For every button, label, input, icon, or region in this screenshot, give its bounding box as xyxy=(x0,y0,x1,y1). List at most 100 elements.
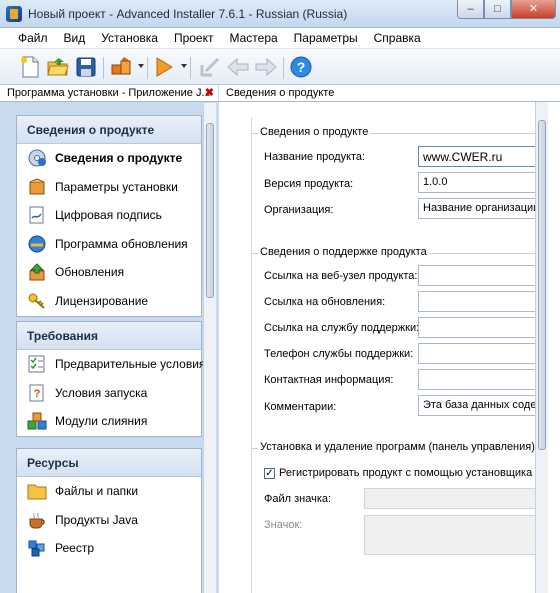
comments-label: Комментарии: xyxy=(264,401,337,413)
nav-item-label: Программа обновления xyxy=(55,236,188,251)
right-pane: Сведения о продукте Сведения о продукте … xyxy=(219,85,560,593)
import-icon xyxy=(198,55,222,79)
merge-modules-icon xyxy=(27,412,47,430)
add-remove-programs-section: Установка и удаление программ (панель уп… xyxy=(252,441,560,593)
nav-item-install-params[interactable]: Параметры установки xyxy=(17,173,201,202)
updates-url-label: Ссылка на обновления: xyxy=(264,296,386,308)
nav-item-label: Файлы и папки xyxy=(55,484,139,498)
run-icon[interactable] xyxy=(152,55,176,79)
close-tab-icon[interactable]: ✖ xyxy=(205,86,214,99)
package-icon xyxy=(27,178,47,196)
nav-item-updates[interactable]: Обновления xyxy=(17,258,201,287)
minimize-button[interactable]: – xyxy=(457,0,484,19)
nav-item-label: Обновления xyxy=(55,265,125,280)
section-title: Сведения о поддержке продукта xyxy=(258,246,429,258)
group-header[interactable]: Ресурсы xyxy=(17,449,201,477)
support-phone-label: Телефон службы поддержки: xyxy=(264,348,414,360)
product-version-label: Версия продукта: xyxy=(264,178,354,190)
open-folder-icon[interactable] xyxy=(46,55,70,79)
nav-item-launch-conditions[interactable]: ? Условия запуска xyxy=(17,379,201,408)
close-window-button[interactable]: ✕ xyxy=(511,0,556,19)
nav-item-digital-signature[interactable]: Цифровая подпись xyxy=(17,201,201,230)
build-dropdown-icon[interactable] xyxy=(138,64,144,68)
product-name-input[interactable]: www.CWER.ru xyxy=(418,146,548,167)
title-bar: Новый проект - Advanced Installer 7.6.1 … xyxy=(0,0,560,28)
new-project-icon[interactable] xyxy=(18,55,42,79)
right-scrollbar[interactable] xyxy=(535,102,548,593)
menu-install[interactable]: Установка xyxy=(93,31,166,45)
advanced-installer-app-icon xyxy=(6,6,22,22)
icon-preview-box xyxy=(364,515,548,555)
nav-item-registry[interactable]: Реестр xyxy=(17,534,201,563)
product-name-label: Название продукта: xyxy=(264,151,366,163)
menu-file[interactable]: Файл xyxy=(10,31,56,45)
nav-item-label: Продукты Java xyxy=(55,512,138,527)
window-title: Новый проект - Advanced Installer 7.6.1 … xyxy=(28,7,348,21)
support-info-section: Сведения о поддержке продукта Ссылка на … xyxy=(252,246,548,433)
nav-item-label: Сведения о продукте xyxy=(55,151,183,165)
register-product-checkbox[interactable]: ✓ xyxy=(264,468,275,479)
nav-item-merge-modules[interactable]: Модули слияния xyxy=(17,407,201,436)
window-controls: – □ ✕ xyxy=(457,0,556,19)
left-scrollbar[interactable] xyxy=(203,103,216,593)
svg-text:?: ? xyxy=(34,388,41,400)
nav-item-java-products[interactable]: Продукты Java xyxy=(17,506,201,535)
updates-icon xyxy=(27,263,47,281)
nav-item-product-info[interactable]: Сведения о продукте xyxy=(17,144,201,173)
menu-bar: Файл Вид Установка Проект Мастера Параме… xyxy=(0,28,560,49)
nav-item-label: Цифровая подпись xyxy=(55,208,162,223)
nav-item-label: Параметры установки xyxy=(55,179,178,194)
right-scrollbar-thumb[interactable] xyxy=(538,120,546,450)
nav-item-updater[interactable]: Программа обновления xyxy=(17,230,201,259)
product-website-input[interactable] xyxy=(418,265,548,286)
nav-item-label: Реестр xyxy=(55,541,94,556)
left-nav-list: Сведения о продукте Сведения о продукте … xyxy=(0,103,218,593)
help-icon[interactable]: ? xyxy=(289,55,313,79)
checklist-icon xyxy=(27,355,47,373)
menu-view[interactable]: Вид xyxy=(56,31,94,45)
registry-icon xyxy=(27,539,47,557)
cd-info-icon xyxy=(27,149,47,167)
organization-label: Организация: xyxy=(264,204,334,216)
license-key-icon xyxy=(27,292,47,310)
menu-help[interactable]: Справка xyxy=(366,31,429,45)
product-website-label: Ссылка на веб-узел продукта: xyxy=(264,270,418,282)
nav-item-prerequisites[interactable]: Предварительные условия xyxy=(17,350,205,379)
organization-input[interactable]: Название организации xyxy=(418,198,548,219)
build-icon[interactable] xyxy=(110,55,134,79)
icon-label: Значок: xyxy=(264,519,303,531)
support-url-input[interactable] xyxy=(418,317,548,338)
group-product-info: Сведения о продукте Сведения о продукте … xyxy=(16,115,202,317)
product-details-form: Сведения о продукте Название продукта: w… xyxy=(251,117,560,593)
group-header[interactable]: Сведения о продукте xyxy=(17,116,201,144)
nav-item-files-folders[interactable]: Файлы и папки xyxy=(17,477,201,506)
svg-text:?: ? xyxy=(297,59,306,75)
toolbar: ? xyxy=(0,49,560,85)
nav-item-label: Лицензирование xyxy=(55,293,149,308)
save-icon[interactable] xyxy=(74,55,98,79)
icon-file-input xyxy=(364,488,548,509)
updates-url-input[interactable] xyxy=(418,291,548,312)
nav-item-label: Модули слияния xyxy=(55,414,148,429)
support-url-label: Ссылка на службу поддержки: xyxy=(264,322,420,334)
left-pane-tab[interactable]: Программа установки - Приложение J... ✖ xyxy=(0,85,218,102)
forward-arrow-icon xyxy=(254,55,278,79)
run-dropdown-icon[interactable] xyxy=(181,64,187,68)
comments-input[interactable]: Эта база данных содерж xyxy=(418,395,548,416)
nav-item-licensing[interactable]: Лицензирование xyxy=(17,287,201,316)
menu-wizards[interactable]: Мастера xyxy=(221,31,285,45)
nav-item-label: Условия запуска xyxy=(55,385,148,400)
right-pane-header: Сведения о продукте xyxy=(219,85,560,102)
section-title: Сведения о продукте xyxy=(258,126,371,138)
back-arrow-icon xyxy=(226,55,250,79)
menu-options[interactable]: Параметры xyxy=(286,31,366,45)
support-phone-input[interactable] xyxy=(418,343,548,364)
contact-info-input[interactable] xyxy=(418,369,548,390)
product-info-section: Сведения о продукте Название продукта: w… xyxy=(252,126,548,233)
menu-project[interactable]: Проект xyxy=(166,31,222,45)
left-scrollbar-thumb[interactable] xyxy=(206,123,214,298)
group-header[interactable]: Требования xyxy=(17,322,201,350)
icon-file-label: Файл значка: xyxy=(264,493,332,505)
product-version-input[interactable]: 1.0.0 xyxy=(418,172,548,193)
maximize-button[interactable]: □ xyxy=(484,0,511,19)
